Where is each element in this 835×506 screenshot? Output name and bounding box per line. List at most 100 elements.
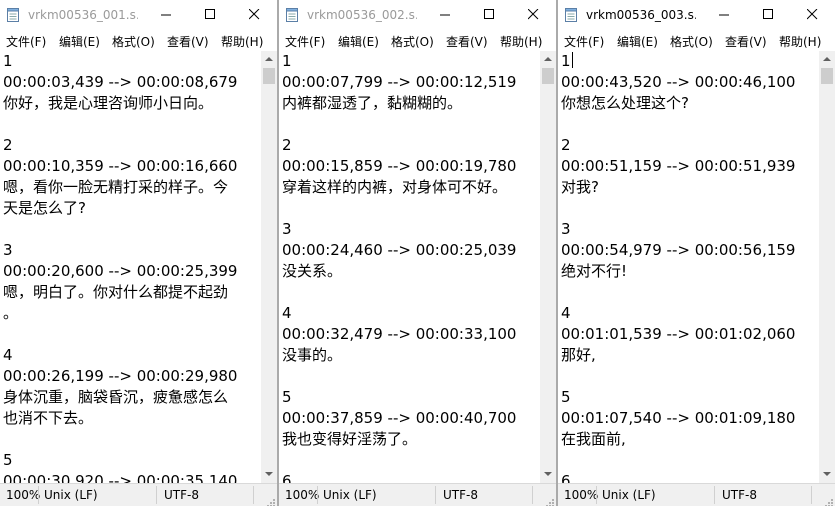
scroll-down-button[interactable]: [261, 466, 277, 483]
menu-file[interactable]: 文件(F): [6, 33, 46, 50]
menu-edit[interactable]: 编辑(E): [59, 33, 100, 50]
text-line[interactable]: 00:00:03,439 --> 00:00:08,679: [0, 72, 261, 93]
text-line[interactable]: 3: [558, 219, 819, 240]
close-button[interactable]: [233, 0, 277, 30]
resize-grip-icon[interactable]: [265, 494, 275, 506]
scroll-up-button[interactable]: [261, 51, 277, 68]
resize-grip-icon[interactable]: [823, 494, 833, 506]
text-line[interactable]: 3: [0, 240, 261, 261]
scroll-thumb[interactable]: [821, 68, 833, 84]
menu-view[interactable]: 查看(V): [446, 33, 488, 50]
maximize-button[interactable]: [468, 0, 512, 30]
text-line[interactable]: [558, 198, 819, 219]
menu-format[interactable]: 格式(O): [112, 33, 155, 50]
text-line[interactable]: 3: [279, 219, 540, 240]
text-line[interactable]: 00:00:37,859 --> 00:00:40,700: [279, 408, 540, 429]
text-line[interactable]: 00:00:07,799 --> 00:00:12,519: [279, 72, 540, 93]
text-line[interactable]: 没事的。: [279, 345, 540, 366]
vertical-scrollbar[interactable]: [540, 51, 556, 483]
menu-edit[interactable]: 编辑(E): [617, 33, 658, 50]
text-line[interactable]: 00:00:24,460 --> 00:00:25,039: [279, 240, 540, 261]
menu-view[interactable]: 查看(V): [167, 33, 209, 50]
minimize-button[interactable]: [703, 0, 747, 30]
text-line[interactable]: [279, 114, 540, 135]
menu-help[interactable]: 帮助(H): [779, 33, 821, 50]
menu-format[interactable]: 格式(O): [670, 33, 713, 50]
text-line[interactable]: 00:00:26,199 --> 00:00:29,980: [0, 366, 261, 387]
scroll-down-button[interactable]: [540, 466, 556, 483]
close-button[interactable]: [791, 0, 835, 30]
title-bar[interactable]: vrkm00536_002.s…: [279, 0, 556, 30]
scroll-up-button[interactable]: [540, 51, 556, 68]
maximize-button[interactable]: [189, 0, 233, 30]
text-line[interactable]: 2: [279, 135, 540, 156]
text-line[interactable]: 穿着这样的内裤，对身体可不好。: [279, 177, 540, 198]
menu-view[interactable]: 查看(V): [725, 33, 767, 50]
text-line[interactable]: 内裤都湿透了，黏糊糊的。: [279, 93, 540, 114]
text-line[interactable]: 5: [0, 450, 261, 471]
text-line[interactable]: 00:00:43,520 --> 00:00:46,100: [558, 72, 819, 93]
text-line[interactable]: 你好，我是心理咨询师小日向。: [0, 93, 261, 114]
text-line[interactable]: 00:00:10,359 --> 00:00:16,660: [0, 156, 261, 177]
scroll-up-button[interactable]: [819, 51, 835, 68]
text-line[interactable]: 1: [279, 51, 540, 72]
text-line[interactable]: 2: [0, 135, 261, 156]
text-line[interactable]: 对我?: [558, 177, 819, 198]
text-line[interactable]: 4: [279, 303, 540, 324]
menu-help[interactable]: 帮助(H): [221, 33, 263, 50]
menu-help[interactable]: 帮助(H): [500, 33, 542, 50]
text-line[interactable]: 00:00:32,479 --> 00:00:33,100: [279, 324, 540, 345]
text-line[interactable]: [0, 219, 261, 240]
text-editor[interactable]: 1 00:00:03,439 --> 00:00:08,679 你好，我是心理咨询师…: [0, 51, 261, 483]
text-line[interactable]: 我也变得好淫荡了。: [279, 429, 540, 450]
text-line[interactable]: 6: [558, 471, 819, 483]
text-line[interactable]: 00:00:54,979 --> 00:00:56,159: [558, 240, 819, 261]
minimize-button[interactable]: [424, 0, 468, 30]
text-line[interactable]: [279, 282, 540, 303]
text-line[interactable]: 5: [558, 387, 819, 408]
close-button[interactable]: [512, 0, 556, 30]
text-line[interactable]: [279, 198, 540, 219]
text-line[interactable]: 1: [0, 51, 261, 72]
text-line[interactable]: 00:00:51,159 --> 00:00:51,939: [558, 156, 819, 177]
text-line[interactable]: [558, 450, 819, 471]
text-line[interactable]: 没关系。: [279, 261, 540, 282]
text-line[interactable]: 在我面前,: [558, 429, 819, 450]
text-line[interactable]: 4: [0, 345, 261, 366]
text-line[interactable]: 4: [558, 303, 819, 324]
minimize-button[interactable]: [145, 0, 189, 30]
text-line[interactable]: 嗯，明白了。你对什么都提不起劲: [0, 282, 261, 303]
text-line[interactable]: 00:00:30,920 --> 00:00:35,140: [0, 471, 261, 483]
text-line[interactable]: 身体沉重，脑袋昏沉，疲惫感怎么: [0, 387, 261, 408]
text-line[interactable]: 绝对不行!: [558, 261, 819, 282]
text-line[interactable]: 1: [558, 51, 819, 72]
text-line[interactable]: 那好,: [558, 345, 819, 366]
text-editor[interactable]: 1 00:00:07,799 --> 00:00:12,519 内裤都湿透了，黏糊糊…: [279, 51, 540, 483]
text-line[interactable]: [0, 114, 261, 135]
text-line[interactable]: 6: [279, 471, 540, 483]
text-line[interactable]: [0, 324, 261, 345]
resize-grip-icon[interactable]: [544, 494, 554, 506]
scroll-thumb[interactable]: [263, 68, 275, 84]
vertical-scrollbar[interactable]: [819, 51, 835, 483]
menu-format[interactable]: 格式(O): [391, 33, 434, 50]
title-bar[interactable]: vrkm00536_001.s…: [0, 0, 277, 30]
text-line[interactable]: 嗯，看你一脸无精打采的样子。今: [0, 177, 261, 198]
menu-file[interactable]: 文件(F): [564, 33, 604, 50]
text-line[interactable]: 00:00:15,859 --> 00:00:19,780: [279, 156, 540, 177]
text-line[interactable]: 00:01:01,539 --> 00:01:02,060: [558, 324, 819, 345]
menu-edit[interactable]: 编辑(E): [338, 33, 379, 50]
text-line[interactable]: 天是怎么了?: [0, 198, 261, 219]
maximize-button[interactable]: [747, 0, 791, 30]
vertical-scrollbar[interactable]: [261, 51, 277, 483]
menu-file[interactable]: 文件(F): [285, 33, 325, 50]
text-line[interactable]: [558, 282, 819, 303]
text-line[interactable]: 2: [558, 135, 819, 156]
text-line[interactable]: [558, 114, 819, 135]
text-line[interactable]: 你想怎么处理这个?: [558, 93, 819, 114]
text-line[interactable]: [279, 366, 540, 387]
text-line[interactable]: 5: [279, 387, 540, 408]
text-line[interactable]: [0, 429, 261, 450]
text-editor[interactable]: 1 00:00:43,520 --> 00:00:46,100 你想怎么处理这个? 2…: [558, 51, 819, 483]
text-line[interactable]: 也消不下去。: [0, 408, 261, 429]
